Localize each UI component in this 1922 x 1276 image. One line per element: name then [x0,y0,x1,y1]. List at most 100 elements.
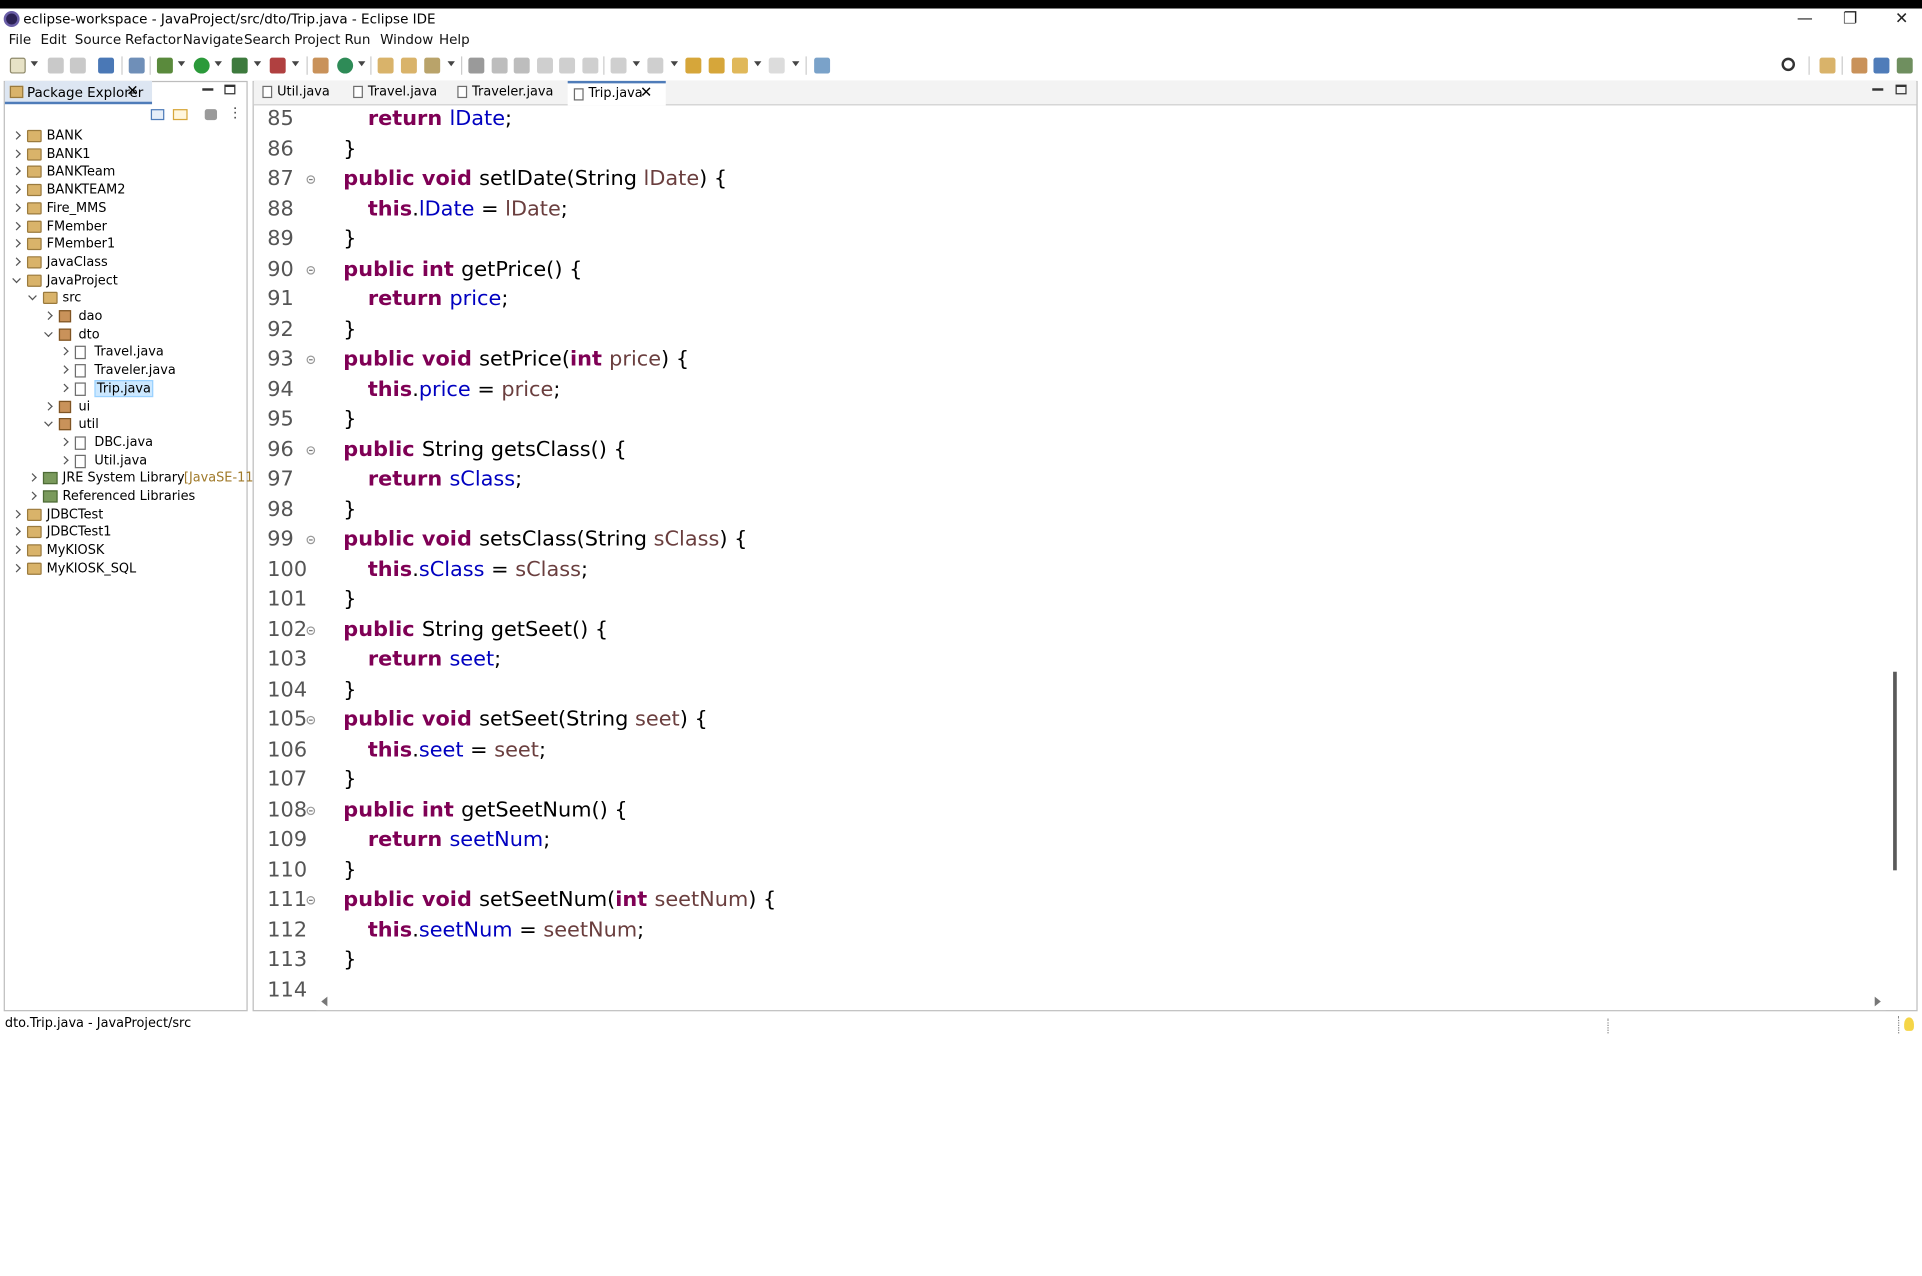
fold-toggle-icon[interactable] [306,445,316,455]
open-type-icon[interactable] [377,57,394,74]
chevron-right-icon[interactable] [60,347,69,357]
tree-item[interactable]: Fire_MMS [5,200,245,217]
coverage-dropdown-arrow-icon[interactable] [253,61,262,67]
chevron-right-icon[interactable] [60,455,69,465]
new-java-class-icon[interactable] [337,57,354,74]
last-edit-location-icon[interactable] [685,57,702,74]
chevron-right-icon[interactable] [12,131,21,140]
back-dropdown-arrow-icon[interactable] [754,61,762,67]
maximize-editor-icon[interactable] [1895,84,1907,95]
code-line[interactable]: 113} [257,946,1875,975]
tree-item[interactable]: Referenced Libraries [5,488,245,505]
menu-search[interactable]: Search [244,32,290,48]
code-line[interactable]: 103 return seet; [257,646,1875,675]
open-task-icon[interactable] [400,57,417,74]
tree-item[interactable]: FMember [5,218,245,235]
menu-edit[interactable]: Edit [40,32,66,48]
code-line[interactable]: 111 public void setSeetNum(int seetNum) { [257,886,1875,915]
debug-icon[interactable] [156,57,173,74]
vertical-scroll-thumb[interactable] [1893,671,1897,871]
open-perspective-icon[interactable] [1819,57,1836,74]
code-line[interactable]: 106 this.seet = seet; [257,736,1875,765]
minimize-view-icon[interactable] [202,88,214,91]
chevron-down-icon[interactable] [28,292,37,301]
debug-perspective-icon[interactable] [1896,57,1913,74]
code-line[interactable]: 105 public void setSeet(String seet) { [257,706,1875,735]
chevron-right-icon[interactable] [12,149,21,158]
search-dropdown-arrow-icon[interactable] [447,61,455,67]
chevron-right-icon[interactable] [12,203,21,212]
tree-item[interactable]: FMember1 [5,236,245,253]
menu-help[interactable]: Help [439,32,470,48]
code-line[interactable]: 94 this.price = price; [257,376,1875,405]
external-tools-dropdown-arrow-icon[interactable] [291,61,300,67]
chevron-right-icon[interactable] [44,401,53,411]
chevron-right-icon[interactable] [12,527,21,537]
code-line[interactable]: 90 public int getPrice() { [257,256,1875,285]
collapse-all-icon[interactable] [150,109,165,121]
lightbulb-icon[interactable] [1904,1017,1914,1031]
pin-editor-icon[interactable] [814,57,831,74]
tree-item[interactable]: Trip.java [5,379,245,397]
save-all-icon[interactable] [69,57,86,74]
tree-item[interactable]: dto [5,326,245,343]
next-annotation-dropdown-arrow-icon[interactable] [632,61,641,67]
scroll-left-icon[interactable] [321,996,328,1007]
code-line[interactable]: 108 public int getSeetNum() { [257,796,1875,825]
code-line[interactable]: 86} [257,135,1875,164]
chevron-right-icon[interactable] [60,365,69,375]
scroll-right-icon[interactable] [1874,996,1881,1007]
chevron-down-icon[interactable] [12,274,21,283]
search-icon[interactable] [1781,57,1796,72]
focus-on-active-task-icon[interactable] [204,109,218,121]
restore-button[interactable]: ❐ [1832,9,1869,31]
chevron-down-icon[interactable] [44,328,53,337]
forward-dropdown-arrow-icon[interactable] [792,61,800,67]
menu-source[interactable]: Source [75,32,121,48]
tree-item[interactable]: Util.java [5,452,245,469]
fold-toggle-icon[interactable] [306,805,316,815]
new-java-package-icon[interactable] [312,57,329,74]
toggle-word-wrap-icon[interactable] [537,57,553,74]
chevron-right-icon[interactable] [44,311,53,320]
search-tool-icon[interactable] [424,57,441,74]
chevron-down-icon[interactable] [44,418,53,427]
tab-util-java[interactable]: Util.java [256,81,344,106]
chevron-right-icon[interactable] [12,509,21,519]
code-line[interactable]: 96 public String getsClass() { [257,436,1875,465]
minimize-editor-icon[interactable] [1872,88,1884,91]
new-icon[interactable] [9,57,26,74]
fold-toggle-icon[interactable] [306,265,316,274]
code-line[interactable]: 112 this.seetNum = seetNum; [257,916,1875,945]
code-line[interactable]: 99 public void setsClass(String sClass) { [257,526,1875,555]
tree-item[interactable]: JavaProject [5,272,245,289]
next-annotation-icon[interactable] [610,57,627,74]
fold-toggle-icon[interactable] [306,625,316,635]
close-tab-icon[interactable]: ✕ [640,83,652,100]
code-line[interactable]: 91 return price; [257,286,1875,315]
view-menu-icon[interactable]: · · · [233,102,237,125]
tree-item[interactable]: util [5,416,245,433]
tree-item[interactable]: BANK1 [5,145,245,162]
previous-annotation-dropdown-arrow-icon[interactable] [670,61,679,67]
debug-dropdown-arrow-icon[interactable] [177,61,186,67]
tab-traveler-java[interactable]: Traveler.java [451,81,564,106]
close-view-icon[interactable]: ✕ [126,82,138,99]
run-icon[interactable] [193,57,210,74]
menu-file[interactable]: File [9,32,32,48]
java-ee-perspective-icon[interactable] [1851,57,1868,74]
toggle-breadcrumb-icon[interactable] [491,57,508,74]
java-perspective-icon[interactable] [1873,57,1890,74]
code-line[interactable]: 92} [257,316,1875,345]
back-icon[interactable] [731,57,748,74]
save-icon[interactable] [47,57,64,74]
maximize-view-icon[interactable] [224,84,236,95]
tab-travel-java[interactable]: Travel.java [347,81,448,106]
chevron-right-icon[interactable] [12,545,21,555]
tree-item[interactable]: BANK [5,127,245,144]
new-class-dropdown-arrow-icon[interactable] [358,61,366,67]
link-with-editor-icon[interactable] [172,109,188,121]
tree-item[interactable]: ui [5,398,245,415]
forward-edit-icon[interactable] [708,57,725,74]
skip-breakpoints-icon[interactable] [128,57,145,74]
